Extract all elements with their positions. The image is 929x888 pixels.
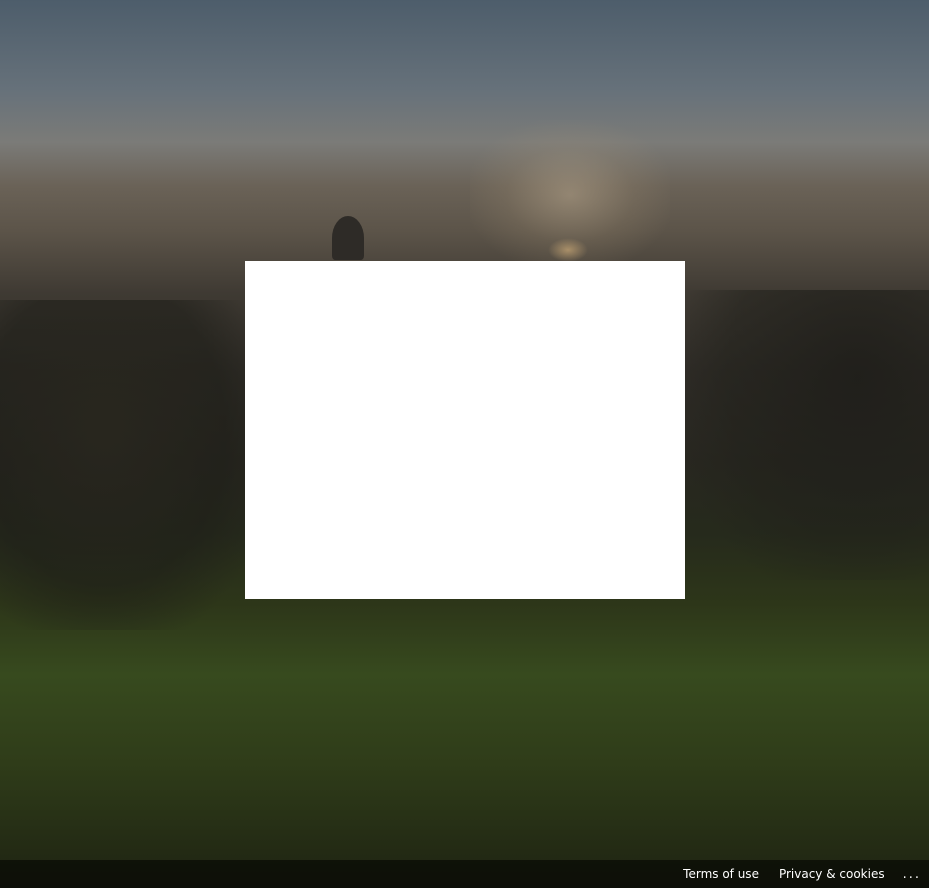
sign-in-dialog <box>245 261 685 599</box>
sun-reflection <box>548 238 588 262</box>
left-hills <box>0 300 260 630</box>
terms-of-use-link[interactable]: Terms of use <box>683 867 759 881</box>
footer: Terms of use Privacy & cookies ... <box>0 860 929 888</box>
privacy-cookies-link[interactable]: Privacy & cookies <box>779 867 885 881</box>
mountain-peak <box>332 216 364 260</box>
ellipsis-icon[interactable]: ... <box>903 867 921 882</box>
right-hills <box>690 290 929 580</box>
sign-in-page: Terms of use Privacy & cookies ... <box>0 0 929 888</box>
